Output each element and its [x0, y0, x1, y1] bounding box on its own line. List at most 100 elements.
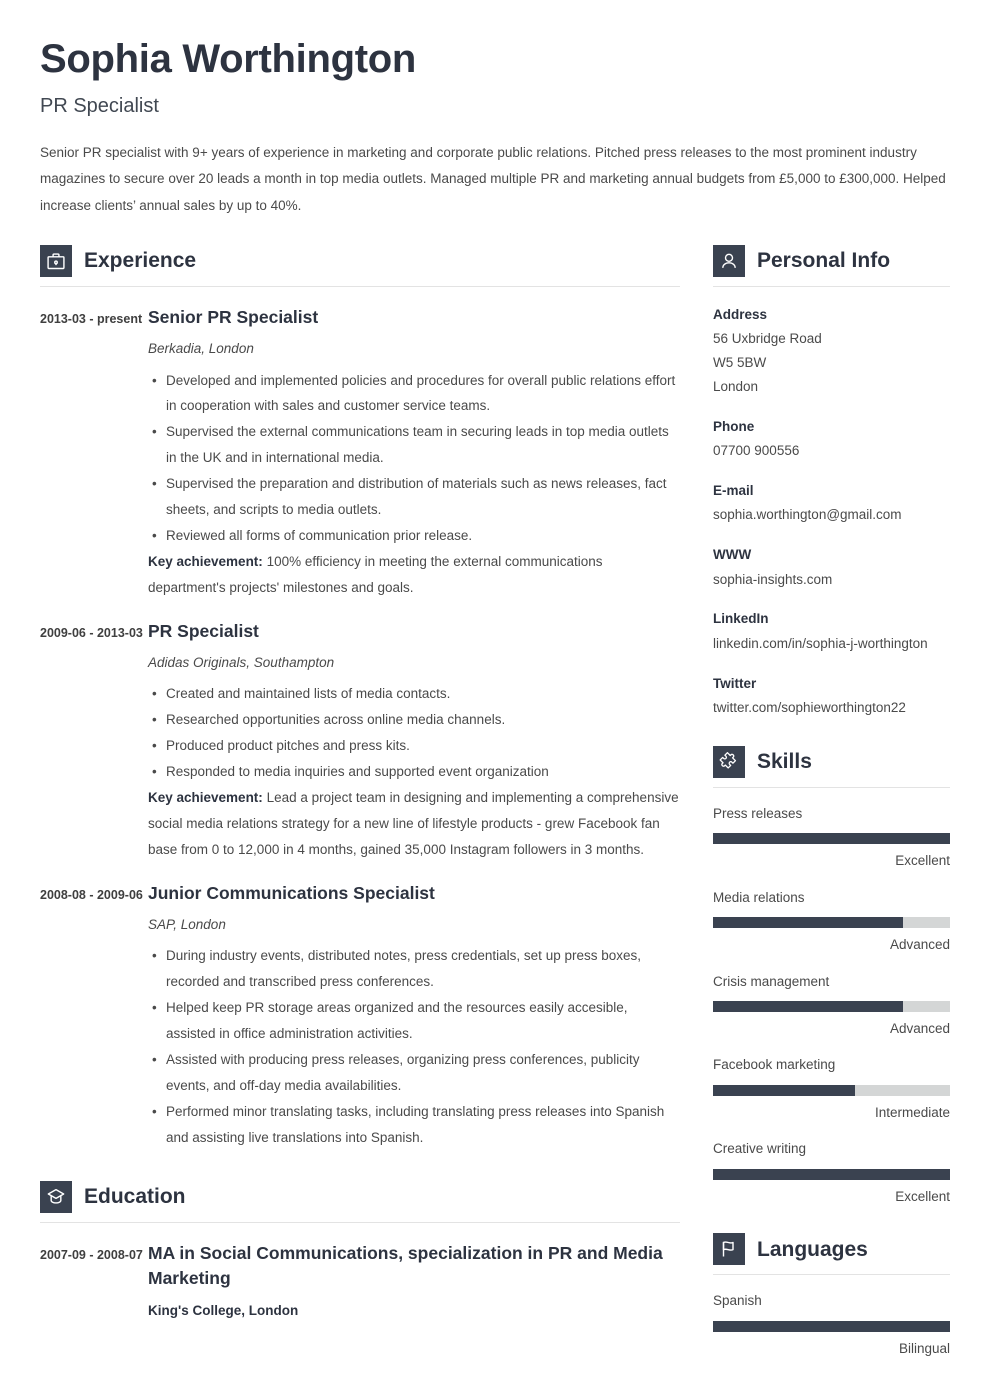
briefcase-icon [40, 244, 72, 277]
education-entry: 2007-09 - 2008-07 MA in Social Communica… [40, 1241, 680, 1322]
key-achievement-label: Key achievement: [148, 553, 263, 569]
experience-entry: 2013-03 - present Senior PR Specialist B… [40, 305, 680, 601]
entry-job-title: Senior PR Specialist [148, 306, 319, 327]
entry-key-achievement: Key achievement: Lead a project team in … [148, 785, 680, 863]
skill-bar-fill [713, 1001, 903, 1013]
skill-name: Creative writing [713, 1141, 807, 1157]
language-item: Spanish Bilingual [713, 1290, 950, 1359]
skill-level: Advanced [889, 1021, 950, 1037]
skill-bar-track [713, 833, 950, 845]
entry-company: Berkadia, London [148, 341, 254, 357]
experience-entry: 2008-08 - 2009-06 Junior Communications … [40, 881, 680, 1151]
personal-info-section-header: Personal Info [713, 244, 950, 287]
languages-section: Languages Spanish Bilingual [713, 1233, 950, 1359]
entry-school: King's College, London [148, 1303, 299, 1319]
resume-columns: Experience 2013-03 - present Senior PR S… [40, 244, 950, 1359]
skills-section-title: Skills [757, 750, 812, 774]
skill-bar-track [713, 1084, 950, 1096]
skill-name: Media relations [713, 889, 805, 905]
list-item: Helped keep PR storage areas organized a… [152, 995, 680, 1047]
skill-item: Media relations Advanced [713, 887, 950, 956]
entry-bullet-list: Created and maintained lists of media co… [148, 681, 680, 785]
skills-section-header: Skills [713, 745, 950, 788]
skill-item: Press releases Excellent [713, 803, 950, 872]
page-title: Sophia Worthington [40, 37, 417, 81]
info-group-twitter: Twitter twitter.com/sophieworthington22 [713, 672, 950, 720]
list-item: Created and maintained lists of media co… [152, 681, 680, 707]
list-item: During industry events, distributed note… [152, 943, 680, 995]
skill-name: Facebook marketing [713, 1057, 836, 1073]
entry-body: MA in Social Communications, specializat… [148, 1241, 680, 1322]
list-item: Performed minor translating tasks, inclu… [152, 1099, 680, 1151]
entry-dates: 2007-09 - 2008-07 [40, 1247, 143, 1262]
list-item: Researched opportunities across online m… [152, 707, 680, 733]
list-item: Supervised the preparation and distribut… [152, 471, 680, 523]
language-bar-track [713, 1320, 950, 1332]
entry-degree: MA in Social Communications, specializat… [148, 1242, 663, 1288]
info-value[interactable]: sophia-insights.com [713, 568, 950, 592]
entry-bullet-list: During industry events, distributed note… [148, 943, 680, 1150]
entry-company: SAP, London [148, 917, 226, 933]
skill-name: Crisis management [713, 973, 830, 989]
personal-info-section-title: Personal Info [757, 249, 891, 273]
education-section: Education 2007-09 - 2008-07 MA in Social… [40, 1180, 680, 1322]
list-item: Supervised the external communications t… [152, 419, 680, 471]
info-value: 56 Uxbridge Road [713, 331, 822, 347]
info-group-www: WWW sophia-insights.com [713, 543, 950, 591]
language-bar-fill [713, 1320, 950, 1332]
entry-body: Junior Communications Specialist SAP, Lo… [148, 881, 680, 1151]
skill-bar-fill [713, 1168, 950, 1180]
info-value[interactable]: sophia.worthington@gmail.com [713, 503, 950, 527]
info-value: W5 5BW [713, 355, 767, 371]
personal-info-section: Personal Info Address 56 Uxbridge Road W… [713, 244, 950, 720]
info-value: 07700 900556 [713, 443, 800, 459]
languages-section-title: Languages [757, 1237, 868, 1261]
info-group-linkedin: LinkedIn linkedin.com/in/sophia-j-worthi… [713, 607, 950, 655]
info-label: LinkedIn [713, 611, 769, 627]
skill-level: Advanced [889, 937, 950, 953]
skill-bar-fill [713, 833, 950, 845]
entry-key-achievement: Key achievement: 100% efficiency in meet… [148, 549, 680, 601]
language-name: Spanish [713, 1293, 762, 1309]
info-value[interactable]: linkedin.com/in/sophia-j-worthington [713, 632, 950, 656]
list-item: Produced product pitches and press kits. [152, 733, 680, 759]
list-item: Reviewed all forms of communication prio… [152, 523, 680, 549]
entry-company: Adidas Originals, Southampton [148, 655, 335, 671]
info-label: WWW [713, 547, 752, 563]
entry-bullet-list: Developed and implemented policies and p… [148, 368, 680, 549]
education-section-header: Education [40, 1180, 680, 1223]
languages-section-header: Languages [713, 1233, 950, 1276]
skill-name: Press releases [713, 805, 803, 821]
info-label: Address [713, 306, 768, 322]
info-value: London [713, 379, 759, 395]
skill-bar-track [713, 1168, 950, 1180]
skill-item: Crisis management Advanced [713, 971, 950, 1040]
graduation-cap-icon [40, 1180, 72, 1213]
skill-item: Creative writing Excellent [713, 1138, 950, 1207]
entry-job-title: PR Specialist [148, 620, 259, 641]
skill-bar-fill [713, 917, 903, 929]
education-section-title: Education [84, 1185, 186, 1209]
info-label: E-mail [713, 483, 754, 499]
skill-item: Facebook marketing Intermediate [713, 1054, 950, 1123]
info-label: Twitter [713, 675, 757, 691]
resume-header: Sophia Worthington PR Specialist Senior … [40, 36, 950, 219]
list-item: Developed and implemented policies and p… [152, 368, 680, 420]
person-icon [713, 244, 745, 277]
entry-dates: 2009-06 - 2013-03 [40, 625, 143, 640]
skill-bar-fill [713, 1084, 856, 1096]
list-item: Assisted with producing press releases, … [152, 1047, 680, 1099]
entry-dates: 2008-08 - 2009-06 [40, 887, 143, 902]
flag-icon [713, 1233, 745, 1266]
entry-job-title: Junior Communications Specialist [148, 882, 435, 903]
experience-section-header: Experience [40, 244, 680, 287]
info-value[interactable]: twitter.com/sophieworthington22 [713, 696, 950, 720]
entry-body: PR Specialist Adidas Originals, Southamp… [148, 619, 680, 863]
skill-level: Intermediate [874, 1104, 950, 1120]
skill-bar-track [713, 917, 950, 929]
info-group-phone: Phone 07700 900556 [713, 415, 950, 463]
entry-dates: 2013-03 - present [40, 311, 143, 326]
key-achievement-label: Key achievement: [148, 789, 263, 805]
job-title: PR Specialist [40, 95, 159, 117]
skill-level: Excellent [895, 853, 950, 869]
